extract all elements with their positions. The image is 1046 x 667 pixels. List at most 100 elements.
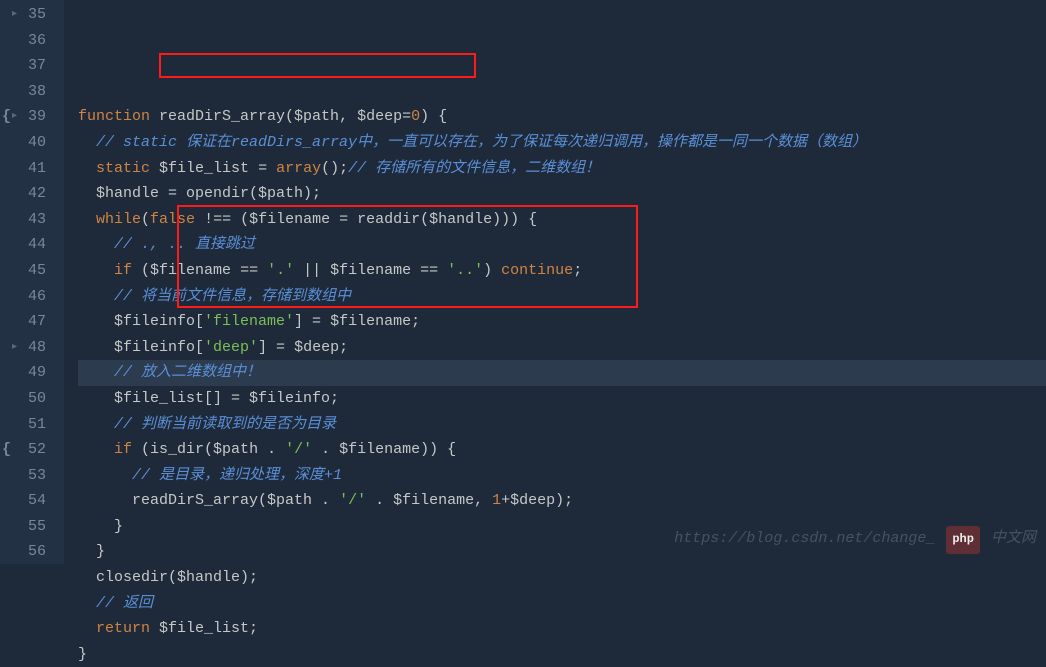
code-line[interactable]: while(false !== ($filename = readdir($ha… xyxy=(78,207,1046,233)
code-line[interactable]: readDirS_array($path . '/' . $filename, … xyxy=(78,488,1046,514)
code-line[interactable]: // 判断当前读取到的是否为目录 xyxy=(78,412,1046,438)
token-nm: $filename xyxy=(249,211,339,228)
token-nm: opendir($path); xyxy=(186,185,321,202)
token-nm: closedir($handle); xyxy=(78,569,258,586)
token-nm: $deep; xyxy=(294,339,348,356)
code-line[interactable]: // 是目录，递归处理，深度+1 xyxy=(78,463,1046,489)
token-nm: $filename xyxy=(330,262,420,279)
code-line[interactable]: function readDirS_array($path, $deep=0) … xyxy=(78,104,1046,130)
token-nm xyxy=(78,160,96,177)
token-s: 'filename' xyxy=(204,313,294,330)
code-line[interactable]: $handle = opendir($path); xyxy=(78,181,1046,207)
token-k: if xyxy=(114,441,141,458)
token-nm: $handle xyxy=(78,185,168,202)
token-c: // 返回 xyxy=(96,595,153,612)
token-p: ( xyxy=(141,441,150,458)
token-nm: $path xyxy=(294,108,339,125)
token-nm: } xyxy=(78,518,123,535)
token-nm xyxy=(78,364,114,381)
code-line[interactable]: return $file_list; xyxy=(78,616,1046,642)
code-line[interactable]: closedir($handle); xyxy=(78,565,1046,591)
line-number: 49 xyxy=(0,360,64,386)
token-nm: $file_list xyxy=(159,160,258,177)
token-p: ( xyxy=(141,211,150,228)
line-number: 37 xyxy=(0,53,64,79)
token-nm: $file_list[] xyxy=(78,390,231,407)
code-line[interactable]: // static 保证在readDirs_array中，一直可以存在，为了保证… xyxy=(78,130,1046,156)
token-p: = xyxy=(231,390,249,407)
token-p: = xyxy=(402,108,411,125)
token-nm xyxy=(78,134,96,151)
line-number: 43 xyxy=(0,207,64,233)
token-nm xyxy=(78,416,114,433)
token-p: ) xyxy=(483,262,501,279)
token-p: ( xyxy=(141,262,150,279)
code-line[interactable]: static $file_list = array();// 存储所有的文件信息… xyxy=(78,156,1046,182)
line-number: 41 xyxy=(0,156,64,182)
token-p: = xyxy=(339,211,357,228)
annotation-box-1 xyxy=(159,53,476,78)
token-nm: $filename, xyxy=(393,492,492,509)
token-p: . xyxy=(321,492,339,509)
watermark: https://blog.csdn.net/change_ php 中文网 xyxy=(674,526,1036,554)
token-nm: readdir($handle))) xyxy=(357,211,528,228)
token-p: ] = xyxy=(294,313,330,330)
line-number: 40 xyxy=(0,130,64,156)
line-number: 55 xyxy=(0,514,64,540)
token-c: // 存储所有的文件信息，二维数组！ xyxy=(348,160,600,177)
code-line[interactable]: } xyxy=(78,642,1046,667)
token-nm xyxy=(78,236,114,253)
token-nm: $fileinfo[ xyxy=(78,339,204,356)
fold-brace-icon: { xyxy=(2,104,11,130)
token-p: = xyxy=(258,160,276,177)
token-c: // 判断当前读取到的是否为目录 xyxy=(114,416,336,433)
token-nm xyxy=(78,595,96,612)
code-line[interactable]: // 返回 xyxy=(78,591,1046,617)
code-area[interactable]: function readDirS_array($path, $deep=0) … xyxy=(64,0,1046,564)
token-nm xyxy=(78,441,114,458)
code-line[interactable]: // 放入二维数组中！ xyxy=(78,360,1046,386)
line-number: 39{ xyxy=(0,104,64,130)
token-p: !== ( xyxy=(195,211,249,228)
token-p: = xyxy=(168,185,186,202)
line-number: 48 xyxy=(0,335,64,361)
watermark-logo: php xyxy=(946,526,980,554)
watermark-suffix: 中文网 xyxy=(991,530,1036,547)
line-number: 35 xyxy=(0,2,64,28)
code-line[interactable]: $fileinfo['filename'] = $filename; xyxy=(78,309,1046,335)
code-line[interactable]: if (is_dir($path . '/' . $filename)) { xyxy=(78,437,1046,463)
token-k: return xyxy=(96,620,159,637)
token-p: } xyxy=(78,646,87,663)
token-p: { xyxy=(528,211,537,228)
token-c: // ., .. 直接跳过 xyxy=(114,236,255,253)
token-nm xyxy=(78,620,96,637)
code-line[interactable]: $fileinfo['deep'] = $deep; xyxy=(78,335,1046,361)
code-line[interactable]: if ($filename == '.' || $filename == '..… xyxy=(78,258,1046,284)
token-nm xyxy=(78,543,96,560)
token-nm: $filename)) { xyxy=(339,441,456,458)
token-nm: readDirS_array( xyxy=(159,108,294,125)
token-p: == xyxy=(240,262,267,279)
token-nm: $deep); xyxy=(510,492,573,509)
code-line[interactable]: // ., .. 直接跳过 xyxy=(78,232,1046,258)
token-k: static xyxy=(96,160,159,177)
token-s: '..' xyxy=(447,262,483,279)
token-nm xyxy=(78,467,132,484)
line-number: 51 xyxy=(0,412,64,438)
line-number-gutter: 3536373839{40414243444546474849505152{53… xyxy=(0,0,64,564)
token-s: '/' xyxy=(339,492,366,509)
token-nm: $deep xyxy=(357,108,402,125)
line-number: 47 xyxy=(0,309,64,335)
token-n: 0 xyxy=(411,108,420,125)
watermark-prefix: https://blog.csdn.net/change_ xyxy=(674,530,935,547)
token-nm: $file_list; xyxy=(159,620,258,637)
token-p: . xyxy=(312,441,339,458)
line-number: 52{ xyxy=(0,437,64,463)
token-n: 1 xyxy=(492,492,501,509)
token-p: . xyxy=(366,492,393,509)
token-k: function xyxy=(78,108,159,125)
code-editor: 3536373839{40414243444546474849505152{53… xyxy=(0,0,1046,564)
line-number: 56 xyxy=(0,539,64,565)
code-line[interactable]: $file_list[] = $fileinfo; xyxy=(78,386,1046,412)
code-line[interactable]: // 将当前文件信息，存储到数组中 xyxy=(78,284,1046,310)
